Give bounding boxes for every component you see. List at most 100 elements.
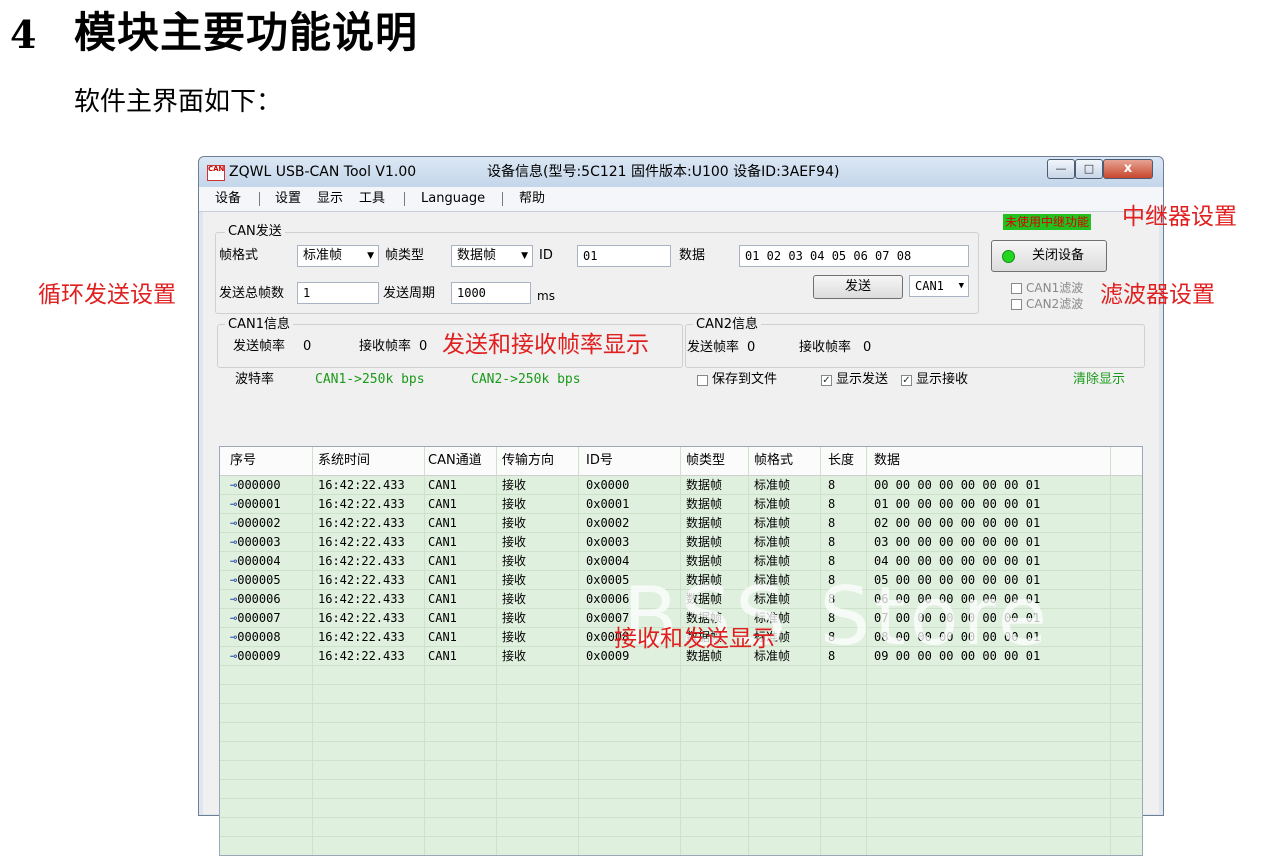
data-label: 数据: [679, 248, 706, 263]
cell-data: 01 00 00 00 00 00 00 01: [874, 497, 1041, 511]
cell-id: 0x0002: [586, 516, 630, 530]
cell-frame-format: 标准帧: [754, 516, 791, 530]
cell-frame-type: 数据帧: [686, 516, 723, 530]
can2-info-title: CAN2信息: [693, 317, 761, 333]
maximize-button[interactable]: □: [1075, 159, 1103, 179]
frame-type-select[interactable]: 数据帧 ▼: [451, 245, 533, 267]
table-row[interactable]: ⊸000003 16:42:22.433 CAN1 接收 0x0003 数据帧 标准帧 8 03…: [220, 533, 1142, 552]
can1-send-rate-label: 发送帧率: [233, 339, 286, 354]
cell-frame-format: 标准帧: [754, 478, 791, 492]
table-row[interactable]: ⊸000002 16:42:22.433 CAN1 接收 0x0002 数据帧 标准帧 8 02…: [220, 514, 1142, 533]
col-header-seq[interactable]: 序号: [230, 447, 256, 475]
row-gridline: [220, 779, 1142, 780]
data-input[interactable]: 01 02 03 04 05 06 07 08: [739, 245, 969, 267]
col-header-time[interactable]: 系统时间: [318, 447, 370, 475]
row-gridline: [220, 532, 1142, 533]
cell-channel: CAN1: [428, 516, 457, 530]
cell-seq: ⊸000005: [230, 571, 281, 590]
col-header-channel[interactable]: CAN通道: [428, 447, 482, 475]
col-header-frame-type[interactable]: 帧类型: [686, 447, 725, 475]
frame-type-value: 数据帧: [457, 248, 497, 263]
menu-language[interactable]: Language: [421, 187, 485, 211]
col-header-data[interactable]: 数据: [874, 447, 900, 475]
cell-channel: CAN1: [428, 478, 457, 492]
baud-label: 波特率: [235, 372, 275, 387]
show-recv-checkbox[interactable]: ✓: [901, 375, 912, 386]
frame-format-select[interactable]: 标准帧 ▼: [297, 245, 379, 267]
cell-direction: 接收: [502, 573, 527, 587]
id-input[interactable]: 01: [577, 245, 671, 267]
close-device-button[interactable]: 关闭设备: [991, 240, 1107, 272]
cell-time: 16:42:22.433: [318, 516, 405, 530]
col-header-id[interactable]: ID号: [586, 447, 613, 475]
show-send-label: 显示发送: [836, 372, 889, 387]
column-gridline: [496, 447, 497, 855]
can2-baud: CAN2->250k bps: [471, 372, 581, 387]
cell-frame-type: 数据帧: [686, 478, 723, 492]
column-gridline: [1110, 447, 1111, 855]
clear-display-link[interactable]: 清除显示: [1073, 371, 1125, 389]
minimize-button[interactable]: —: [1047, 159, 1075, 179]
id-label: ID: [539, 248, 553, 263]
table-row[interactable]: ⊸000000 16:42:22.433 CAN1 接收 0x0000 数据帧 标准帧 8 00…: [220, 476, 1142, 495]
save-to-file-checkbox[interactable]: [697, 375, 708, 386]
table-row[interactable]: ⊸000001 16:42:22.433 CAN1 接收 0x0001 数据帧 标准帧 8 01…: [220, 495, 1142, 514]
can2-recv-rate-value: 0: [863, 340, 872, 355]
cell-length: 8: [828, 497, 836, 511]
can1-send-rate-value: 0: [303, 339, 312, 354]
can1-filter-checkbox[interactable]: [1011, 283, 1022, 294]
relay-status-badge: 未使用中继功能: [1003, 214, 1092, 230]
can1-recv-rate-value: 0: [419, 339, 428, 354]
cell-seq-text: 000007: [237, 611, 281, 625]
period-label: 发送周期: [383, 286, 436, 301]
intro-text: 软件主界面如下：: [74, 87, 283, 117]
can-app-icon: CAN: [207, 165, 225, 181]
total-frames-input[interactable]: 1: [297, 282, 379, 304]
cell-seq: ⊸000003: [230, 533, 281, 552]
col-header-direction[interactable]: 传输方向: [502, 447, 554, 475]
show-send-checkbox[interactable]: ✓: [821, 375, 832, 386]
row-gridline: [220, 551, 1142, 552]
can2-filter-label: CAN2滤波: [1026, 297, 1084, 311]
menu-display[interactable]: 显示: [317, 187, 343, 211]
cell-length: 8: [828, 478, 836, 492]
col-header-frame-format[interactable]: 帧格式: [754, 447, 793, 475]
save-to-file-label: 保存到文件: [712, 372, 778, 387]
cell-length: 8: [828, 554, 836, 568]
col-header-length[interactable]: 长度: [828, 447, 854, 475]
row-gridline: [220, 703, 1142, 704]
channel-select[interactable]: CAN1 ▼: [909, 275, 969, 297]
cell-seq-text: 000001: [237, 497, 281, 511]
section-number: 4: [10, 12, 37, 57]
cell-id: 0x0000: [586, 478, 630, 492]
cell-direction: 接收: [502, 478, 527, 492]
close-button[interactable]: x: [1103, 159, 1153, 179]
cell-direction: 接收: [502, 649, 527, 663]
menu-device[interactable]: 设备: [215, 187, 241, 211]
cell-seq: ⊸000004: [230, 552, 281, 571]
send-button[interactable]: 发送: [813, 275, 903, 299]
table-row[interactable]: ⊸000004 16:42:22.433 CAN1 接收 0x0004 数据帧 标准帧 8 04…: [220, 552, 1142, 571]
cell-time: 16:42:22.433: [318, 611, 405, 625]
period-input[interactable]: 1000: [451, 282, 531, 304]
can2-send-rate-label: 发送帧率: [687, 340, 740, 355]
can1-info-title: CAN1信息: [225, 317, 293, 333]
cell-seq: ⊸000007: [230, 609, 281, 628]
column-gridline: [312, 447, 313, 855]
cell-direction: 接收: [502, 630, 527, 644]
row-gridline: [220, 494, 1142, 495]
table-header: 序号 系统时间 CAN通道 传输方向 ID号 帧类型 帧格式 长度 数据: [220, 447, 1142, 476]
cell-frame-format: 标准帧: [754, 554, 791, 568]
cell-frame-type: 数据帧: [686, 554, 723, 568]
menu-tools[interactable]: 工具: [359, 187, 385, 211]
row-gridline: [220, 684, 1142, 685]
cell-data: 02 00 00 00 00 00 00 01: [874, 516, 1041, 530]
can2-filter-checkbox[interactable]: [1011, 299, 1022, 310]
annotation-rate: 发送和接收帧率显示: [442, 332, 649, 358]
cell-time: 16:42:22.433: [318, 478, 405, 492]
menu-help[interactable]: 帮助: [519, 187, 545, 211]
menu-settings[interactable]: 设置: [275, 187, 301, 211]
cell-seq-text: 000002: [237, 516, 281, 530]
cell-direction: 接收: [502, 497, 527, 511]
cell-frame-type: 数据帧: [686, 535, 723, 549]
